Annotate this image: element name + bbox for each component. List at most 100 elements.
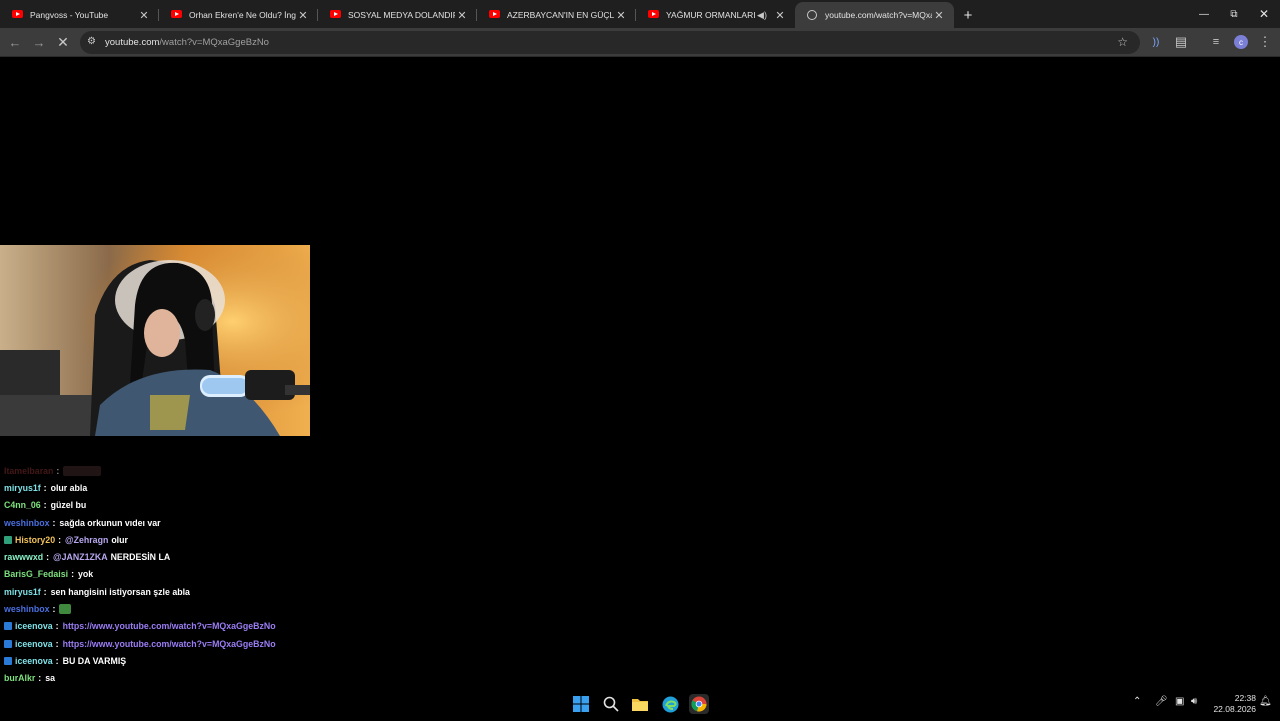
- chat-badge-icon: [4, 656, 12, 665]
- browser-tab[interactable]: SOSYAL MEDYA DOLANDIRICIL✕: [318, 2, 477, 28]
- bookmark-star-icon[interactable]: ☆: [1117, 35, 1128, 49]
- chat-message: C4nn_06: güzel bu: [4, 497, 404, 514]
- browser-tab[interactable]: youtube.com/watch?v=MQxaG ✕: [795, 2, 954, 28]
- chat-link[interactable]: https://www.youtube.com/watch?v=MQxaGgeB…: [63, 621, 276, 631]
- chat-colon: :: [52, 604, 56, 615]
- network-icon[interactable]: ▣: [1175, 696, 1184, 707]
- chat-colon: :: [38, 673, 42, 684]
- chat-text: güzel bu: [50, 500, 87, 511]
- volume-icon[interactable]: 🔊︎: [1191, 696, 1197, 707]
- chat-message: History20: @Zehragn olur: [4, 531, 404, 548]
- chat-text: sa: [45, 673, 56, 684]
- chat-username: C4nn_06: [4, 500, 41, 511]
- extensions-icon[interactable]: ▤: [1171, 33, 1191, 51]
- windows-start-icon[interactable]: [571, 694, 591, 714]
- new-tab-button[interactable]: +: [954, 2, 982, 28]
- webcam-image: [0, 245, 310, 436]
- browser-tab[interactable]: Orhan Ekren'e Ne Oldu? İngilte ✕: [159, 2, 318, 28]
- chat-username: iceenova: [15, 638, 53, 649]
- chat-message: iceenova: https://www.youtube.com/watch?v…: [4, 635, 404, 652]
- chat-colon: :: [43, 482, 47, 493]
- youtube-favicon-icon: [330, 10, 341, 18]
- chat-mention: @Zehragn: [65, 534, 109, 545]
- show-hidden-icons[interactable]: ⌃: [1133, 696, 1141, 707]
- chat-message: Itamelbaran:: [4, 462, 404, 479]
- chrome-browser-icon[interactable]: [689, 694, 709, 714]
- tab-close-icon[interactable]: ✕: [455, 9, 469, 22]
- profile-avatar[interactable]: c: [1234, 35, 1248, 49]
- media-controls-icon[interactable]: ≡: [1206, 33, 1226, 51]
- chat-colon: :: [43, 500, 47, 511]
- youtube-favicon-icon: [12, 10, 23, 18]
- notifications-icon[interactable]: 🔔︎: [1259, 696, 1272, 707]
- chat-colon: :: [43, 586, 47, 597]
- tab-title: Orhan Ekren'e Ne Oldu? İngilte: [189, 10, 296, 20]
- minimize-icon[interactable]: —: [1188, 0, 1220, 28]
- chat-mention: @JANZ1ZKA: [53, 552, 108, 563]
- browser-tab[interactable]: YAĞMUR ORMANLARI'NIN◀) ✕: [636, 2, 795, 28]
- tab-title: AZERBAYCAN'IN EN GÜÇLÜ AD: [507, 10, 614, 20]
- address-bar[interactable]: ⚙ youtube.com/watch?v=MQxaGgeBzNo ☆: [80, 31, 1140, 54]
- tab-close-icon[interactable]: ✕: [614, 9, 628, 22]
- site-info-icon[interactable]: ⚙: [87, 36, 96, 47]
- chat-username: weshinbox: [4, 517, 50, 528]
- chat-message: weshinbox:: [4, 600, 404, 617]
- tab-title: SOSYAL MEDYA DOLANDIRICIL: [348, 10, 455, 20]
- clock-date: 22.08.2026: [1213, 704, 1256, 714]
- read-aloud-icon[interactable]: )): [1146, 33, 1166, 51]
- chat-colon: :: [71, 569, 74, 580]
- tab-close-icon[interactable]: ✕: [137, 9, 151, 22]
- chat-message: iceenova: BU DA VARMIŞ: [4, 652, 404, 669]
- tab-list: Pangvoss - YouTube ✕ Orhan Ekren'e Ne Oldu…: [0, 2, 954, 28]
- chat-username: rawwwxd: [4, 552, 44, 563]
- chat-link[interactable]: https://www.youtube.com/watch?v=MQxaGgeB…: [63, 639, 276, 649]
- chat-text: BU DA VARMIŞ: [62, 655, 127, 666]
- chat-text: sağda orkunun vıdeı var: [59, 517, 161, 528]
- chat-badge-icon: [4, 622, 12, 631]
- forward-icon[interactable]: →: [29, 33, 49, 51]
- chat-message: BarisG_Fedaisi: yok: [4, 566, 404, 583]
- close-window-icon[interactable]: ✕: [1248, 0, 1280, 28]
- edge-browser-icon[interactable]: [660, 694, 680, 714]
- url-path: /watch?v=MQxaGgeBzNo: [159, 37, 269, 48]
- chat-username: Itamelbaran: [4, 465, 54, 476]
- microphone-icon[interactable]: 🎤︎: [1155, 696, 1168, 707]
- chat-username: burAlkr: [4, 673, 36, 684]
- chat-colon: :: [55, 655, 59, 666]
- chat-username: BarisG_Fedaisi: [4, 569, 69, 580]
- chat-username: weshinbox: [4, 604, 50, 615]
- search-icon[interactable]: [601, 694, 621, 714]
- browser-toolbar: ← → ✕ ⚙ youtube.com/watch?v=MQxaGgeBzNo …: [0, 28, 1280, 57]
- tab-close-icon[interactable]: ✕: [932, 9, 946, 22]
- chat-text: olur: [111, 534, 128, 545]
- menu-kebab-icon[interactable]: ⋮: [1255, 33, 1275, 51]
- url-text[interactable]: youtube.com/watch?v=MQxaGgeBzNo: [105, 37, 269, 48]
- youtube-favicon-icon: [648, 10, 659, 18]
- tab-audio-icon[interactable]: ◀): [755, 10, 769, 21]
- stop-loading-icon[interactable]: ✕: [53, 33, 73, 51]
- chat-colon: :: [55, 621, 59, 632]
- streamer-webcam: [0, 245, 310, 436]
- tab-title: youtube.com/watch?v=MQxaG: [825, 10, 932, 20]
- file-explorer-icon[interactable]: [630, 694, 650, 714]
- browser-tab[interactable]: AZERBAYCAN'IN EN GÜÇLÜ AD✕: [477, 2, 636, 28]
- tab-close-icon[interactable]: ✕: [296, 9, 310, 22]
- chat-message: miryus1f: olur abla: [4, 479, 404, 496]
- back-icon[interactable]: ←: [5, 33, 25, 51]
- browser-tab[interactable]: Pangvoss - YouTube ✕: [0, 2, 159, 28]
- chat-username: miryus1f: [4, 586, 41, 597]
- chat-colon: :: [46, 552, 50, 563]
- tab-close-icon[interactable]: ✕: [773, 9, 787, 22]
- chat-badge-icon: [4, 639, 12, 648]
- url-domain: youtube.com: [105, 37, 160, 48]
- chat-emote-icon: [63, 465, 102, 476]
- chat-username: miryus1f: [4, 482, 41, 493]
- chat-username: History20: [15, 534, 56, 545]
- clock-time: 22:38: [1234, 693, 1256, 703]
- chat-text: olur abla: [50, 482, 88, 493]
- chat-colon: :: [55, 638, 59, 649]
- restore-icon[interactable]: ⧉: [1218, 0, 1250, 28]
- system-clock[interactable]: 22:38 22.08.2026: [1206, 693, 1256, 715]
- chat-colon: :: [52, 517, 56, 528]
- browser-tab-strip: Pangvoss - YouTube ✕ Orhan Ekren'e Ne Oldu…: [0, 0, 1280, 28]
